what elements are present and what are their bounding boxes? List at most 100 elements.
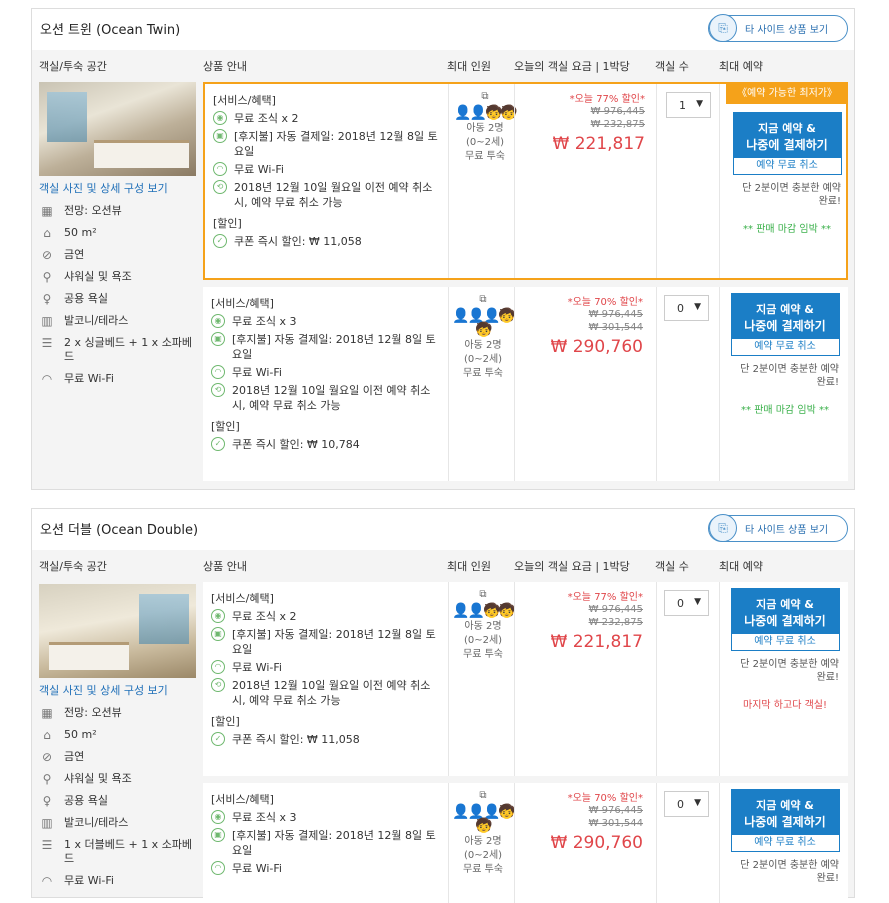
wifi-icon: ◠ [41, 874, 53, 888]
room-card-ocean-double: 오션 더블 (Ocean Double) ⎘ 타 사이트 상품 보기 객실/투숙 … [31, 508, 855, 903]
column-headers: 객실/투숙 공간 상품 안내 최대 인원 오늘의 객실 요금 | 1박당 객실 … [32, 50, 854, 79]
balcony-icon: ▥ [41, 314, 53, 328]
discount-label: *오늘 77% 할인* [567, 592, 643, 603]
feature-balcony: ▥ 발코니/테라스 [39, 314, 196, 328]
info-icon: ⧉ [481, 91, 489, 102]
chevron-down-icon: ▼ [694, 302, 701, 312]
room-card-ocean-twin: 오션 트윈 (Ocean Twin) ⎘ 타 사이트 상품 보기 객실/투숙 공간… [31, 8, 855, 490]
wifi-icon: ◠ [211, 660, 225, 674]
booking-note: 단 2분이면 충분한 예약 완료! [742, 183, 841, 207]
people-icon: 👤👤👤🧒🧒 [452, 308, 516, 338]
booking-column: 지금 예약 & 나중에 결제하기 예약 무료 취소 단 2분이면 충분한 예약 … [727, 285, 843, 416]
booking-column: 《예약 가능한 최저가》 지금 예약 & 나중에 결제하기 예약 무료 취소 단… [726, 84, 848, 235]
room-qty-select[interactable]: 1 ▼ [666, 92, 711, 118]
previous-price: ₩ 232,875 [588, 617, 643, 628]
chevron-down-icon: ▼ [694, 597, 701, 607]
header-price: 오늘의 객실 요금 | 1박당 [514, 60, 630, 73]
feature-bathroom: ♀ 공용 욕실 [39, 292, 196, 306]
price: *오늘 70% 할인* ₩ 976,445 ₩ 301,544 ₩ 290,76… [514, 293, 653, 357]
services-heading: [서비스/혜택] [211, 793, 274, 806]
book-now-button[interactable]: 지금 예약 & 나중에 결제하기 예약 무료 취소 [730, 293, 840, 356]
room-title: 오션 트윈 (Ocean Twin) [40, 23, 181, 38]
feature-balcony: ▥ 발코니/테라스 [39, 816, 196, 830]
pay-later-icon: ▣ [211, 332, 225, 346]
wifi-icon: ◠ [211, 365, 225, 379]
no-smoking-icon: ⊘ [41, 750, 53, 764]
best-price-badge: 《예약 가능한 최저가》 [726, 84, 848, 104]
feature-view: ▦ 전망: 오션뷰 [39, 204, 196, 218]
feature-bathroom: ♀ 공용 욕실 [39, 794, 196, 808]
book-now-button[interactable]: 지금 예약 & 나중에 결제하기 예약 무료 취소 [730, 588, 840, 651]
sell-out-alert: ** 판매 마감 임박 ** [743, 224, 831, 235]
offer-services: [서비스/혜택] ◉ 무료 조식 x 2 ▣ [후지불] 자동 결제일: 2018년… [213, 93, 445, 251]
room-info: 객실 사진 및 상세 구성 보기 ▦ 전망: 오션뷰 ⌂ 50 m² ⊘ 금연 ⚲ 샤워… [39, 82, 196, 386]
discount-heading: [할인] [211, 420, 240, 433]
info-icon: ⧉ [479, 589, 487, 600]
room-qty-select[interactable]: 0 ▼ [664, 590, 709, 616]
discount-heading: [할인] [211, 715, 240, 728]
room-info: 객실 사진 및 상세 구성 보기 ▦ 전망: 오션뷰 ⌂ 50 m² ⊘ 금연 ⚲ 샤워… [39, 584, 196, 888]
services-heading: [서비스/혜택] [211, 592, 274, 605]
offer-row: [서비스/혜택] ◉ 무료 조식 x 3 ▣ [후지불] 자동 결제일: 2018년… [203, 287, 848, 481]
feature-smoking: ⊘ 금연 [39, 248, 196, 262]
pay-later-icon: ▣ [211, 627, 225, 641]
discount-heading: [할인] [213, 217, 242, 230]
offer-row: [서비스/혜택] ◉ 무료 조식 x 2 ▣ [후지불] 자동 결제일: 2018년… [203, 82, 848, 280]
pay-later-icon: ▣ [211, 828, 225, 842]
price: *오늘 70% 할인* ₩ 976,445 ₩ 301,544 ₩ 290,76… [514, 789, 653, 853]
feature-wifi: ◠ 무료 Wi-Fi [39, 372, 196, 386]
booking-column: 지금 예약 & 나중에 결제하기 예약 무료 취소 단 2분이면 충분한 예약 … [727, 580, 843, 711]
occupancy: ⧉ 👤👤🧒🧒 아동 2명 (0~2세) 무료 투숙 [452, 589, 516, 660]
house-icon: ⌂ [43, 226, 51, 240]
previous-price: ₩ 232,875 [590, 119, 645, 130]
header-price: 오늘의 객실 요금 | 1박당 [514, 560, 630, 573]
column-headers: 객실/투숙 공간 상품 안내 최대 인원 오늘의 객실 요금 | 1박당 객실 … [32, 550, 854, 579]
price: *오늘 77% 할인* ₩ 976,445 ₩ 232,875 ₩ 221,81… [514, 588, 653, 652]
compare-icon: ⎘ [709, 14, 737, 42]
feature-shower: ⚲ 샤워실 및 욕조 [39, 772, 196, 786]
room-photo-link[interactable]: 객실 사진 및 상세 구성 보기 [39, 180, 196, 196]
other-site-button[interactable]: ⎘ 타 사이트 상품 보기 [708, 514, 848, 542]
original-price: ₩ 976,445 [590, 106, 645, 117]
last-room-alert: 마지막 하고다 객실! [743, 700, 827, 711]
feature-beds: ☰ 2 x 싱글베드 + 1 x 소파베드 [39, 336, 196, 364]
room-photo[interactable] [39, 584, 196, 678]
breakfast-icon: ◉ [211, 810, 225, 824]
cancel-icon: ⟲ [213, 180, 227, 194]
room-photo-link[interactable]: 객실 사진 및 상세 구성 보기 [39, 682, 196, 698]
breakfast-icon: ◉ [211, 609, 225, 623]
other-site-button[interactable]: ⎘ 타 사이트 상품 보기 [708, 14, 848, 42]
services-heading: [서비스/혜택] [213, 94, 276, 107]
coupon-icon: ✓ [211, 437, 225, 451]
booking-column: 지금 예약 & 나중에 결제하기 예약 무료 취소 단 2분이면 충분한 예약 … [727, 781, 843, 885]
room-qty-select[interactable]: 0 ▼ [664, 791, 709, 817]
header-qty: 객실 수 [655, 560, 689, 573]
view-icon: ▦ [41, 706, 53, 720]
people-icon: 👤👤🧒🧒 [452, 603, 516, 619]
people-icon: 👤👤🧒🧒 [454, 105, 518, 121]
book-now-button[interactable]: 지금 예약 & 나중에 결제하기 예약 무료 취소 [730, 789, 840, 852]
room-qty-select[interactable]: 0 ▼ [664, 295, 709, 321]
no-smoking-icon: ⊘ [41, 248, 53, 262]
chevron-down-icon: ▼ [696, 99, 703, 109]
current-price: ₩ 221,817 [552, 134, 645, 154]
feature-view: ▦ 전망: 오션뷰 [39, 706, 196, 720]
header-book: 최대 예약 [719, 560, 763, 573]
room-header: 오션 더블 (Ocean Double) ⎘ 타 사이트 상품 보기 [32, 509, 854, 550]
book-now-button[interactable]: 지금 예약 & 나중에 결제하기 예약 무료 취소 [732, 112, 842, 175]
current-price: ₩ 290,760 [550, 337, 643, 357]
sell-out-alert: ** 판매 마감 임박 ** [741, 405, 829, 416]
current-price: ₩ 290,760 [550, 833, 643, 853]
wifi-icon: ◠ [213, 162, 227, 176]
original-price: ₩ 976,445 [588, 604, 643, 615]
feature-smoking: ⊘ 금연 [39, 750, 196, 764]
room-header: 오션 트윈 (Ocean Twin) ⎘ 타 사이트 상품 보기 [32, 9, 854, 50]
people-icon: 👤👤👤🧒🧒 [452, 804, 516, 834]
header-product: 상품 안내 [203, 60, 247, 73]
services-heading: [서비스/혜택] [211, 297, 274, 310]
room-title: 오션 더블 (Ocean Double) [40, 523, 199, 538]
room-photo[interactable] [39, 82, 196, 176]
discount-label: *오늘 70% 할인* [567, 297, 643, 308]
occupancy: ⧉ 👤👤👤🧒🧒 아동 2명 (0~2세) 무료 투숙 [452, 294, 516, 379]
booking-note: 단 2분이면 충분한 예약 완료! [740, 364, 839, 388]
